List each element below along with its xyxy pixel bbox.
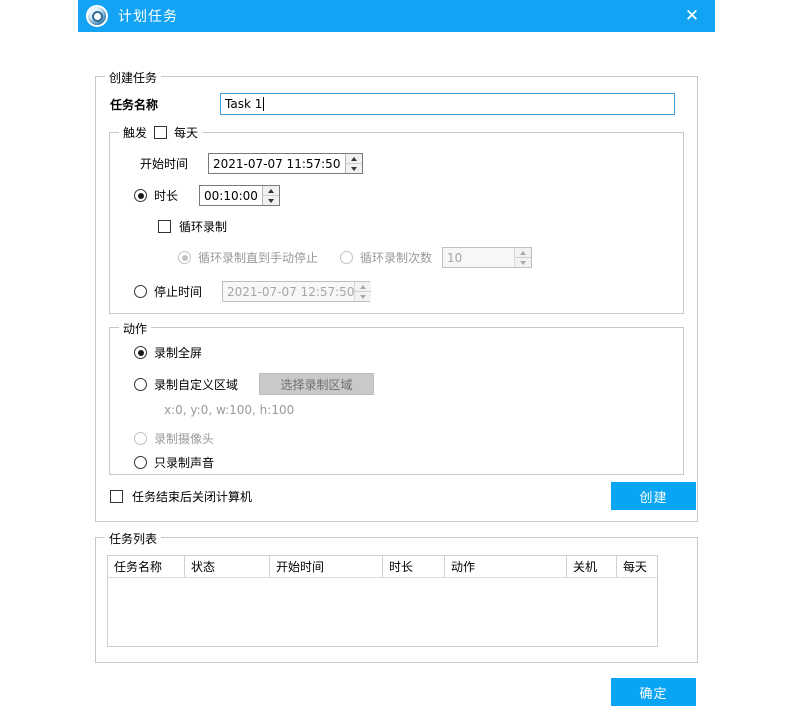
record-fullscreen-row: 录制全屏: [134, 344, 202, 361]
loop-count-spinbox[interactable]: 10: [442, 247, 533, 268]
record-audio-only-row: 只录制声音: [134, 454, 214, 471]
task-name-input[interactable]: Task 1: [220, 93, 675, 115]
task-name-label: 任务名称: [110, 97, 159, 112]
create-button[interactable]: 创建: [611, 482, 696, 510]
task-list-header-row: 任务名称 状态 开始时间 时长 动作 关机 每天: [108, 556, 657, 578]
select-region-button[interactable]: 选择录制区域: [259, 373, 375, 395]
duration-step-down[interactable]: [263, 196, 279, 205]
scheduled-task-window: 计划任务 ✕ 创建任务 任务名称 Task 1 触发 每天 开始时间 2021-…: [78, 0, 715, 706]
record-webcam-radio[interactable]: [134, 432, 147, 445]
title-bar: 计划任务 ✕: [78, 0, 715, 32]
shutdown-checkbox[interactable]: [110, 490, 123, 503]
daily-checkbox[interactable]: [154, 126, 168, 139]
start-time-row: 开始时间 2021-07-07 11:57:50: [140, 153, 363, 174]
start-time-label: 开始时间: [140, 157, 189, 171]
column-header-daily[interactable]: 每天: [617, 556, 657, 577]
stop-time-radio[interactable]: [134, 285, 147, 298]
app-disc-icon: [86, 5, 108, 27]
task-name-value: Task 1: [225, 97, 263, 111]
start-time-spinbox[interactable]: 2021-07-07 11:57:50: [208, 153, 363, 174]
task-list-group: 任务列表 任务名称 状态 开始时间 时长 动作 关机 每天: [95, 530, 698, 663]
loop-count-step-up[interactable]: [515, 248, 532, 258]
column-header-status[interactable]: 状态: [185, 556, 270, 577]
record-webcam-row: 录制摄像头: [134, 430, 214, 447]
loop-record-label[interactable]: 循环录制: [179, 218, 227, 235]
stop-time-label[interactable]: 停止时间: [154, 283, 222, 300]
region-info-row: x:0, y:0, w:100, h:100: [164, 403, 294, 417]
stop-time-spinbox[interactable]: 2021-07-07 12:57:50: [222, 281, 372, 302]
record-webcam-label[interactable]: 录制摄像头: [154, 430, 214, 447]
action-legend: 动作: [119, 320, 152, 337]
text-caret: [263, 97, 265, 111]
create-task-group: 创建任务 任务名称 Task 1 触发 每天 开始时间 2021-07-07 1…: [95, 69, 698, 522]
record-audio-only-label[interactable]: 只录制声音: [154, 454, 214, 471]
record-custom-region-radio[interactable]: [134, 377, 147, 391]
daily-label[interactable]: 每天: [174, 124, 198, 141]
trigger-legend-area: 触发 每天: [119, 124, 203, 141]
stop-time-step-down[interactable]: [355, 292, 371, 301]
duration-spinbox[interactable]: 00:10:00: [199, 185, 280, 206]
trigger-legend: 触发: [123, 126, 148, 140]
loop-options-row: 循环录制直到手动停止 循环录制次数 10: [178, 247, 533, 268]
duration-stepper[interactable]: [262, 186, 279, 205]
window-title: 计划任务: [118, 9, 178, 25]
stop-time-row: 停止时间 2021-07-07 12:57:50: [134, 281, 372, 302]
record-custom-region-label[interactable]: 录制自定义区域: [154, 376, 238, 393]
task-list-legend: 任务列表: [105, 530, 162, 547]
stop-time-step-up[interactable]: [355, 282, 372, 292]
record-fullscreen-radio[interactable]: [134, 346, 147, 359]
duration-step-up[interactable]: [263, 186, 279, 196]
loop-until-stop-label[interactable]: 循环录制直到手动停止: [198, 249, 318, 266]
duration-row: 时长 00:10:00: [134, 185, 280, 206]
trigger-group: 触发 每天 开始时间 2021-07-07 11:57:50 时长 00:10:…: [109, 124, 684, 314]
dialog-body: 创建任务 任务名称 Task 1 触发 每天 开始时间 2021-07-07 1…: [78, 32, 715, 706]
loop-count-stepper[interactable]: [514, 248, 532, 267]
shutdown-label[interactable]: 任务结束后关闭计算机: [132, 488, 252, 505]
region-info-text: x:0, y:0, w:100, h:100: [164, 403, 295, 417]
column-header-start-time[interactable]: 开始时间: [270, 556, 383, 577]
duration-value: 00:10:00: [204, 188, 258, 203]
action-group: 动作 录制全屏 录制自定义区域 选择录制区域 x:0, y:0, w:100, …: [109, 320, 684, 475]
start-time-step-down[interactable]: [346, 164, 362, 173]
loop-count-step-down[interactable]: [515, 258, 531, 267]
stop-time-value: 2021-07-07 12:57:50: [227, 284, 355, 299]
task-list-body: [108, 578, 657, 646]
loop-count-value: 10: [447, 250, 463, 265]
loop-record-row: 循环录制: [158, 218, 227, 235]
loop-count-radio[interactable]: [340, 251, 354, 264]
column-header-shutdown[interactable]: 关机: [567, 556, 617, 577]
create-task-legend: 创建任务: [105, 69, 162, 86]
stop-time-stepper[interactable]: [354, 282, 372, 301]
start-time-value: 2021-07-07 11:57:50: [213, 156, 341, 171]
close-icon[interactable]: ✕: [669, 0, 715, 32]
column-header-action[interactable]: 动作: [445, 556, 567, 577]
record-custom-region-row: 录制自定义区域 选择录制区域: [134, 373, 375, 395]
task-name-row: 任务名称 Task 1: [110, 93, 675, 115]
duration-label[interactable]: 时长: [154, 187, 199, 204]
loop-record-checkbox[interactable]: [158, 220, 171, 233]
record-fullscreen-label[interactable]: 录制全屏: [154, 344, 202, 361]
loop-until-stop-radio[interactable]: [178, 251, 191, 264]
task-list-table[interactable]: 任务名称 状态 开始时间 时长 动作 关机 每天: [107, 555, 658, 647]
ok-button[interactable]: 确定: [611, 678, 696, 706]
shutdown-row: 任务结束后关闭计算机: [110, 488, 252, 505]
column-header-duration[interactable]: 时长: [383, 556, 445, 577]
start-time-step-up[interactable]: [346, 154, 362, 164]
loop-count-label[interactable]: 循环录制次数: [360, 249, 432, 266]
start-time-stepper[interactable]: [345, 154, 362, 173]
column-header-task-name[interactable]: 任务名称: [108, 556, 185, 577]
duration-radio[interactable]: [134, 189, 147, 202]
record-audio-only-radio[interactable]: [134, 456, 147, 469]
